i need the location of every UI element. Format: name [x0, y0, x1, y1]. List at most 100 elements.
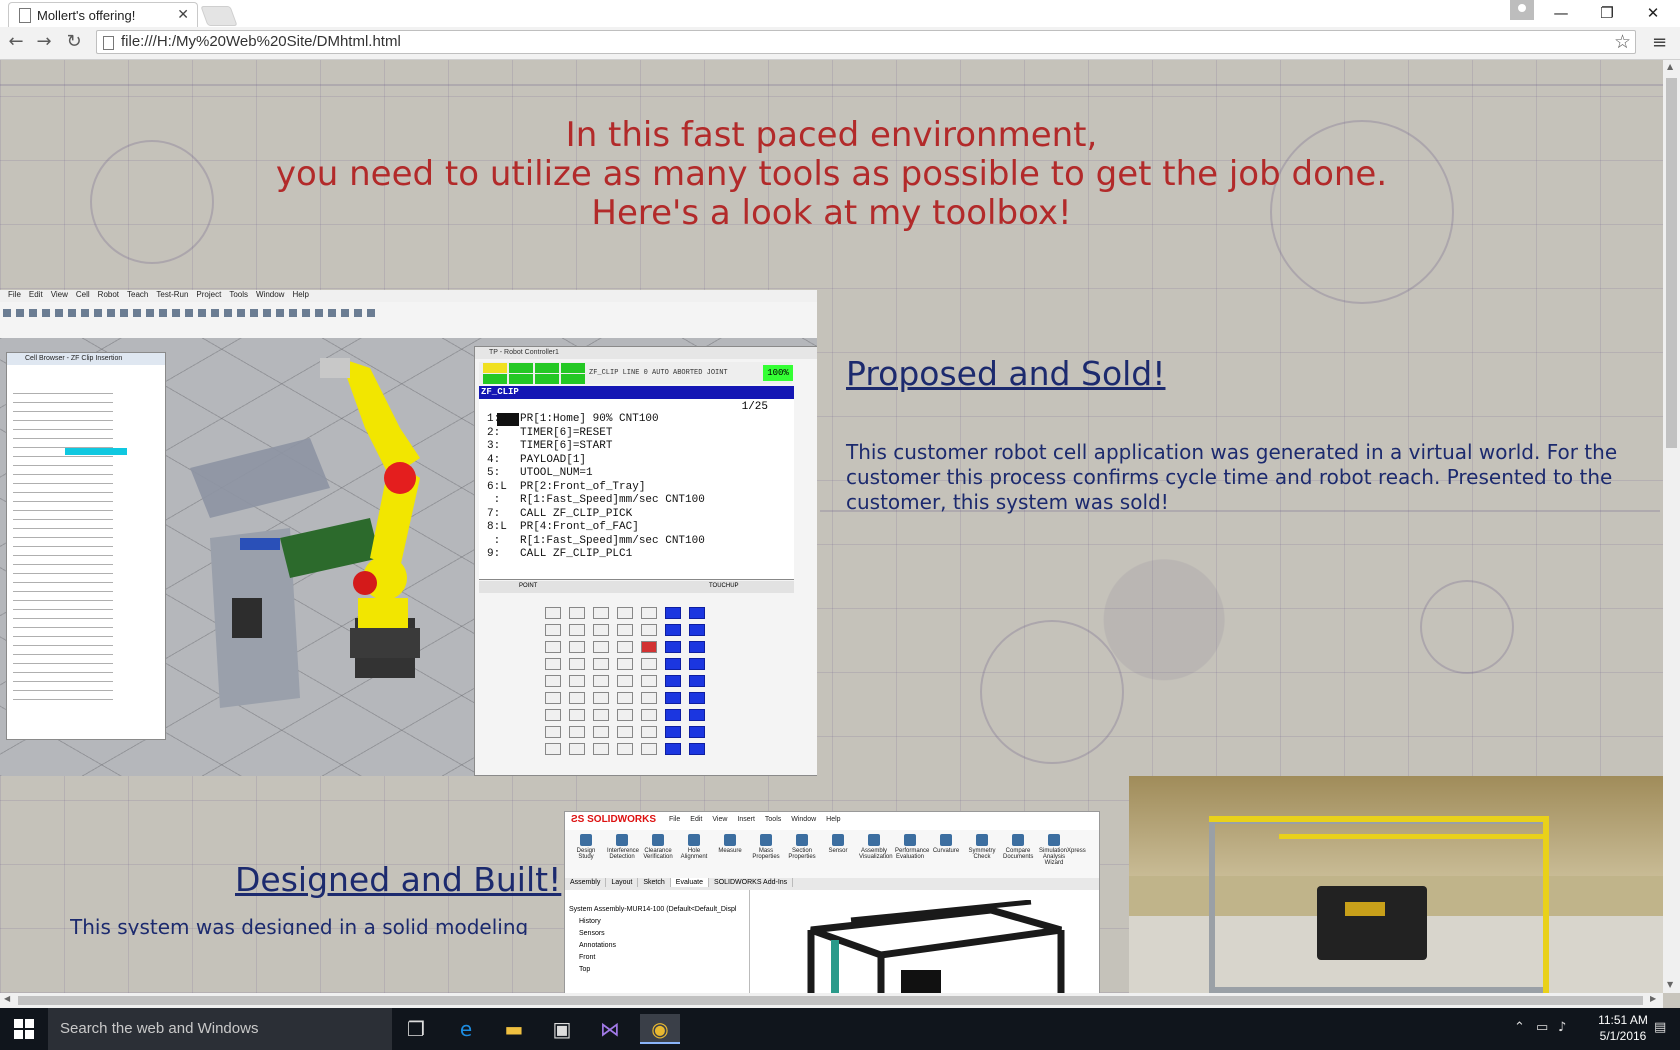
address-bar[interactable]: file:///H:/My%20Web%20Site/DMhtml.html ☆ — [96, 30, 1636, 54]
tree-selection — [65, 448, 127, 455]
task-view-icon[interactable]: ❐ — [396, 1014, 436, 1044]
forward-icon[interactable]: → — [32, 30, 56, 54]
windows-start-icon[interactable] — [14, 1019, 34, 1039]
horizontal-scroll-thumb[interactable] — [18, 996, 1643, 1005]
built-cell-photo — [1129, 776, 1663, 993]
volume-icon[interactable]: ♪ — [1558, 1020, 1566, 1035]
tp-key — [617, 624, 633, 636]
vertical-scroll-thumb[interactable] — [1666, 78, 1677, 448]
title-bar: Mollert's offering! ✕ — ❐ ✕ — [0, 0, 1680, 27]
tp-key — [569, 726, 585, 738]
tp-key — [689, 607, 705, 619]
tp-status-text: ZF_CLIP LINE 0 AUTO ABORTED JOINT — [589, 369, 728, 377]
tp-key — [545, 709, 561, 721]
tp-key — [569, 743, 585, 755]
tp-key — [641, 726, 657, 738]
solidworks-image: ƧS SOLIDWORKS File Edit View Insert Tools Win… — [564, 811, 1100, 993]
tp-program-listing: 1/25 1:J PR[1:Home] 90% CNT100 2: TIMER[6… — [479, 399, 794, 580]
visual-studio-icon[interactable]: ⋈ — [590, 1014, 630, 1044]
restore-button[interactable]: ❐ — [1584, 2, 1630, 24]
robot-arm-drawing — [190, 358, 420, 708]
tp-key — [665, 709, 681, 721]
tp-code-line: : R[1:Fast_Speed]mm/sec CNT100 — [487, 494, 705, 506]
network-icon[interactable]: ▭ — [1536, 1020, 1548, 1035]
chrome-icon[interactable]: ◉ — [640, 1014, 680, 1044]
browser-menu-icon[interactable]: ≡ — [1652, 32, 1667, 53]
tp-key — [569, 675, 585, 687]
tp-key — [617, 641, 633, 653]
section-heading-proposed[interactable]: Proposed and Sold! — [846, 354, 1165, 393]
url-text[interactable]: file:///H:/My%20Web%20Site/DMhtml.html — [121, 33, 401, 50]
vertical-scrollbar[interactable]: ▲ ▼ — [1663, 60, 1680, 993]
notifications-icon[interactable]: ▤ — [1654, 1020, 1666, 1035]
tp-key — [641, 607, 657, 619]
tp-code-line: 3: TIMER[6]=START — [487, 440, 613, 452]
tp-key — [545, 726, 561, 738]
tp-key — [569, 607, 585, 619]
tp-line-count: 1/25 — [741, 401, 768, 413]
sim-menu-bar: File Edit View Cell Robot Teach Test-Run Projec… — [0, 290, 817, 302]
cell-browser-tree — [13, 387, 157, 707]
horizontal-scrollbar[interactable]: ◀ ▶ — [0, 993, 1663, 1008]
section-body-designed: This system was designed in a solid mode… — [70, 915, 529, 935]
tp-key — [689, 692, 705, 704]
store-icon[interactable]: ▣ — [542, 1014, 582, 1044]
sw-ribbon-item: SimulationXpress Analysis Wizard — [1039, 834, 1086, 866]
tp-key — [617, 743, 633, 755]
page-icon — [19, 8, 31, 23]
search-placeholder[interactable]: Search the web and Windows — [60, 1020, 258, 1037]
tp-key — [545, 675, 561, 687]
tp-key — [545, 624, 561, 636]
bookmark-star-icon[interactable]: ☆ — [1614, 31, 1631, 53]
tp-key — [665, 607, 681, 619]
reload-icon[interactable]: ↻ — [62, 30, 86, 54]
solidworks-logo: ƧS SOLIDWORKS — [571, 814, 657, 825]
tp-key — [545, 658, 561, 670]
tp-key — [569, 624, 585, 636]
sw-ribbon-item: Section Properties — [787, 834, 817, 860]
status-led — [561, 363, 585, 373]
tp-key — [641, 641, 657, 653]
tp-code-line: 9: CALL ZF_CLIP_PLC1 — [487, 548, 633, 560]
profile-icon[interactable] — [1510, 0, 1534, 20]
back-icon[interactable]: ← — [4, 30, 28, 54]
cell-browser-panel: Cell Browser - ZF Clip Insertion — [6, 352, 166, 740]
file-explorer-icon[interactable]: ▬ — [494, 1014, 534, 1044]
cell-browser-title: Cell Browser - ZF Clip Insertion — [7, 353, 165, 365]
tp-key — [545, 692, 561, 704]
sw-ribbon-item: Design Study — [571, 834, 601, 860]
close-window-button[interactable]: ✕ — [1630, 2, 1676, 24]
teach-pendant-window: TP - Robot Controller1 ZF_CLIP LINE 0 AU… — [474, 346, 817, 776]
tp-function-keys: POINT TOUCHUP — [479, 581, 794, 593]
blueprint-decoration — [1420, 580, 1514, 674]
status-led — [509, 374, 533, 384]
tp-code-line: : R[1:Fast_Speed]mm/sec CNT100 — [487, 534, 705, 547]
status-led — [483, 374, 507, 384]
sim-toolbar — [0, 302, 817, 339]
tray-chevron-icon[interactable]: ⌃ — [1514, 1020, 1525, 1035]
edge-icon[interactable]: e — [446, 1014, 486, 1044]
sw-feature-tree: System Assembly-MUR14-100 (Default<Defau… — [565, 890, 750, 993]
taskbar-search[interactable]: Search the web and Windows — [48, 1008, 392, 1050]
section-heading-designed[interactable]: Designed and Built! — [235, 860, 561, 899]
tp-key — [665, 692, 681, 704]
minimize-button[interactable]: — — [1538, 2, 1584, 24]
tp-key — [665, 726, 681, 738]
tp-key — [689, 641, 705, 653]
sw-ribbon-item: Measure — [715, 834, 745, 854]
tp-key — [569, 658, 585, 670]
tp-key — [593, 726, 609, 738]
sw-ribbon-item: Performance Evaluation — [895, 834, 929, 860]
new-tab-button[interactable] — [200, 6, 238, 26]
tp-code-line: 4: PAYLOAD[1] — [487, 453, 587, 466]
tp-key — [593, 658, 609, 670]
device-in-cell — [1317, 886, 1427, 960]
headline-line-3: Here's a look at my toolbox! — [591, 193, 1072, 233]
tp-key — [593, 709, 609, 721]
tp-key — [569, 692, 585, 704]
tp-key — [665, 641, 681, 653]
tp-key — [617, 709, 633, 721]
tp-code-line: 8:L PR[4:Front_of_FAC] — [487, 521, 639, 533]
browser-tab[interactable]: Mollert's offering! ✕ — [8, 2, 198, 27]
tab-close-icon[interactable]: ✕ — [177, 6, 189, 23]
